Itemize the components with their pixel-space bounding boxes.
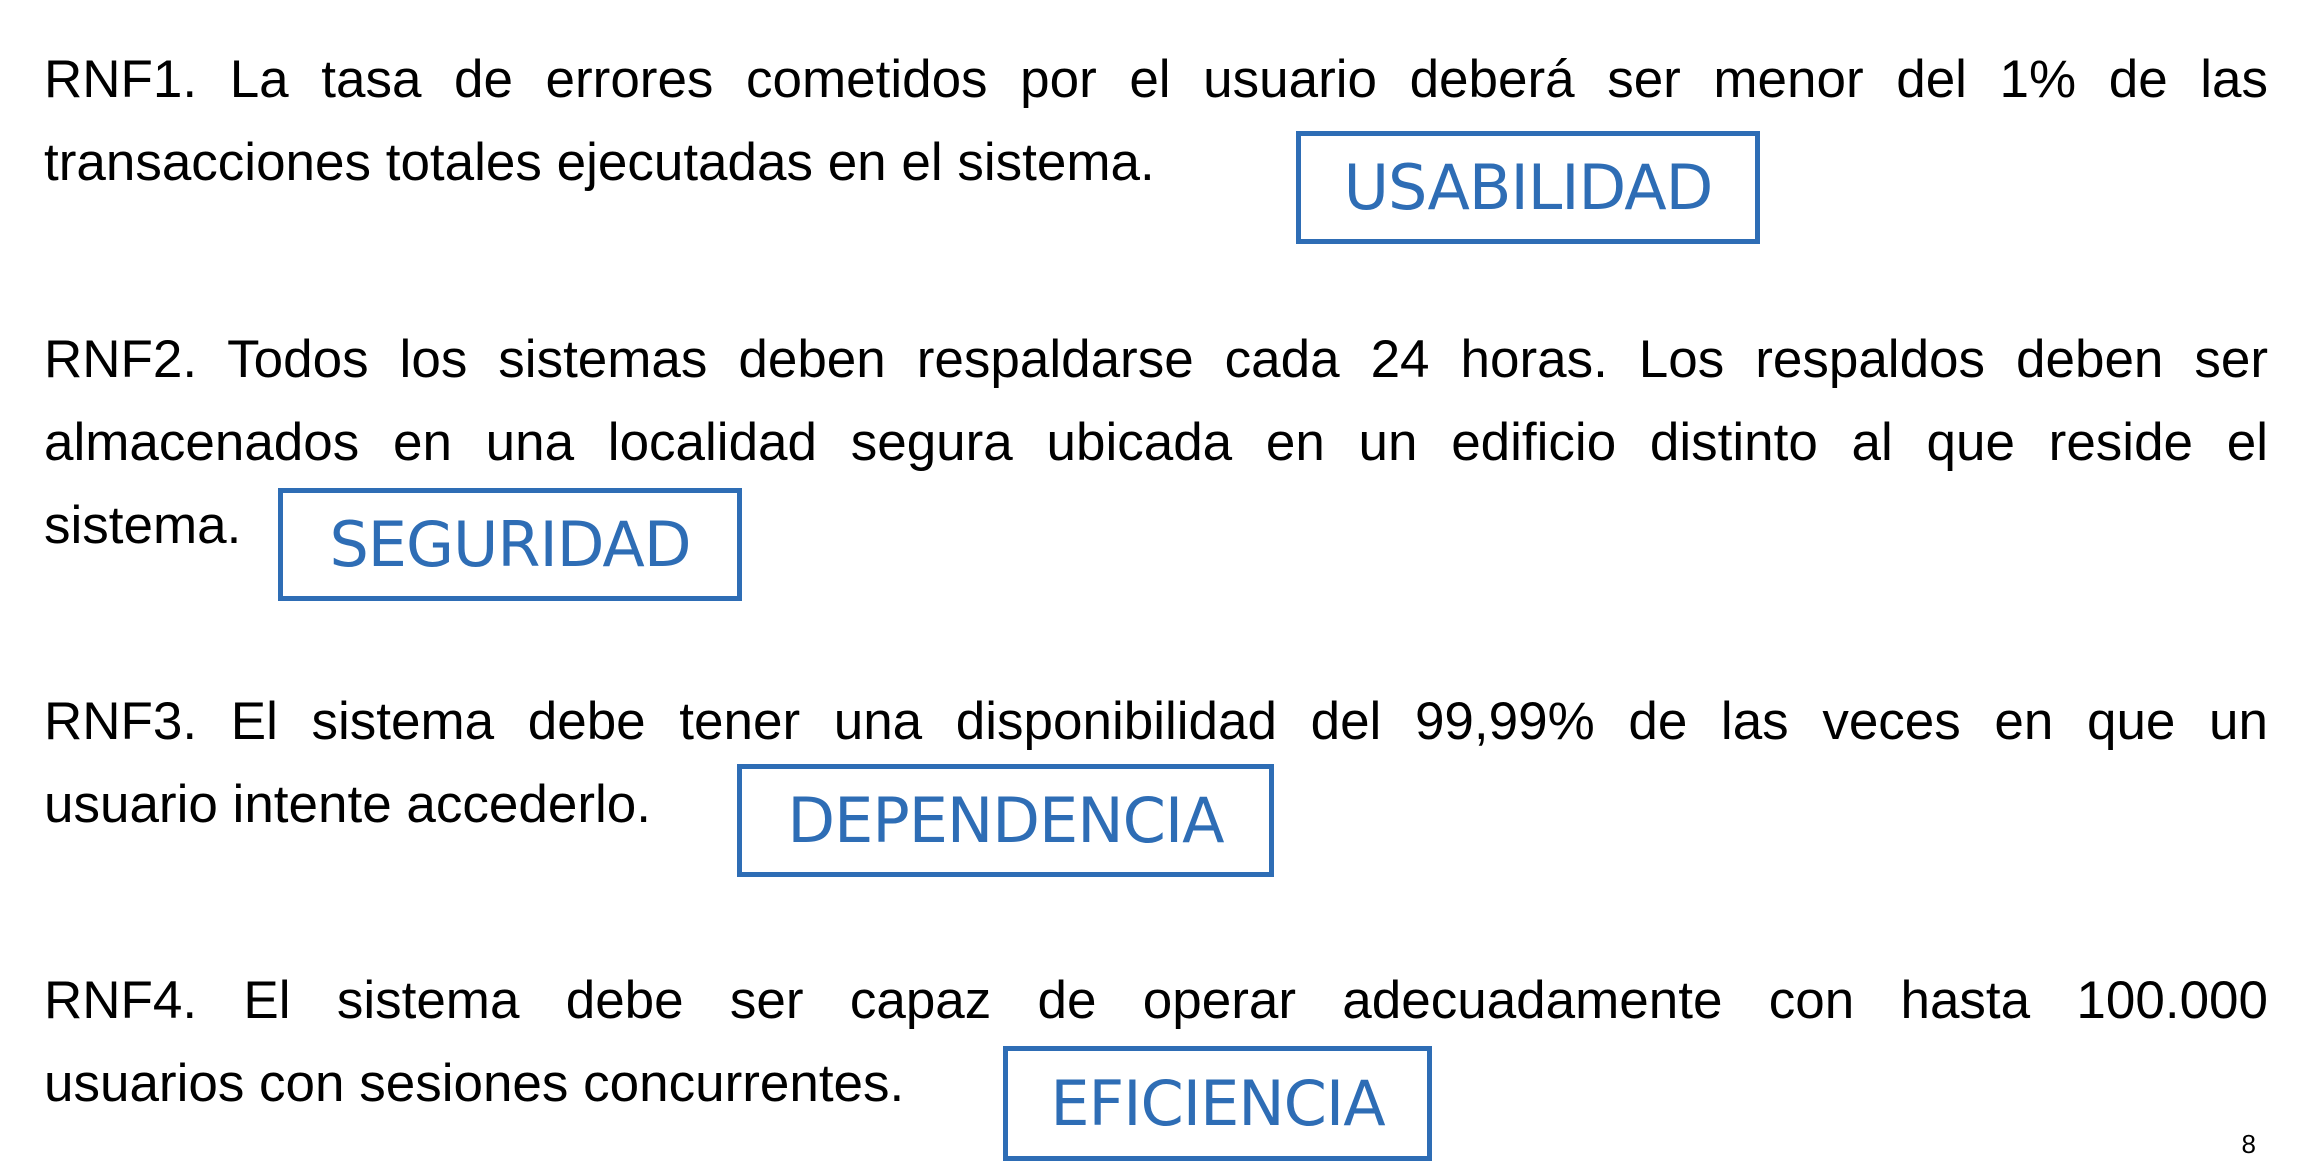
category-tag-eficiencia: EFICIENCIA [1003,1046,1432,1161]
requirement-text-line: transacciones totales ejecutadas en el s… [44,133,1155,192]
category-tag-seguridad: SEGURIDAD [278,488,742,601]
requirement-text-line: RNF3. El sistema debe tener una disponib… [44,692,2268,751]
requirement-rnf1: RNF1. La tasa de errores cometidos por e… [44,38,2268,204]
category-tag-dependencia: DEPENDENCIA [737,764,1274,877]
slide-page: RNF1. La tasa de errores cometidos por e… [0,0,2298,1172]
requirement-text-line: RNF2. Todos los sistemas deben respaldar… [44,330,2268,389]
page-number: 8 [2241,1129,2256,1159]
requirement-text-line: RNF4. El sistema debe ser capaz de opera… [44,971,2268,1030]
requirement-text-line: RNF1. La tasa de errores cometidos por e… [44,50,2268,109]
category-tag-usabilidad: USABILIDAD [1296,131,1760,244]
requirement-text-line: almacenados en una localidad segura ubic… [44,413,2268,472]
